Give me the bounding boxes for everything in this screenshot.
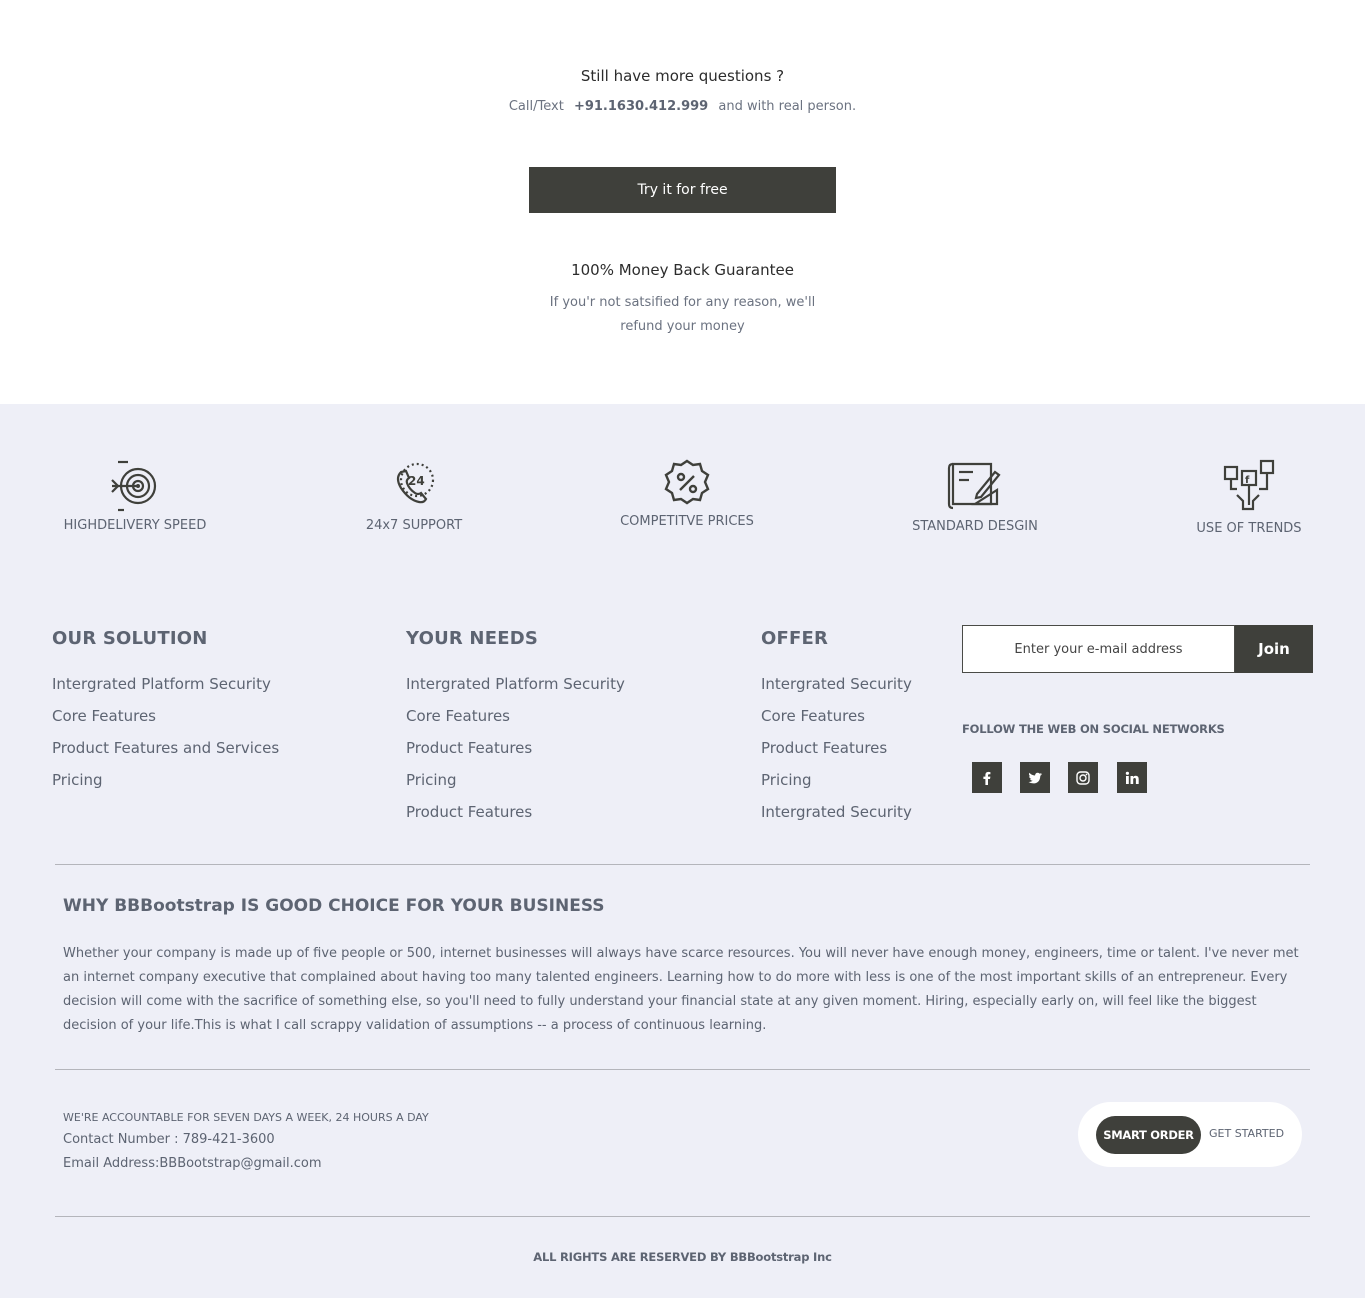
needs-link-product-features[interactable]: Product Features — [406, 739, 532, 757]
twitter-button[interactable] — [1020, 762, 1050, 793]
feature-prices: COMPETITVE PRICES — [612, 458, 762, 529]
guarantee-text: If you'r not satsified for any reason, w… — [549, 295, 816, 334]
solution-link-core-features[interactable]: Core Features — [52, 707, 156, 725]
guarantee-title: 100% Money Back Guarantee — [571, 261, 794, 279]
needs-link-pricing[interactable]: Pricing — [406, 771, 457, 789]
our-solution-title: OUR SOLUTION — [52, 628, 208, 649]
feature-prices-label: COMPETITVE PRICES — [620, 514, 754, 529]
needs-link-platform-security[interactable]: Intergrated Platform Security — [406, 675, 625, 693]
facebook-button[interactable] — [972, 762, 1002, 793]
blueprint-pencil-icon — [947, 462, 1001, 510]
divider — [55, 1069, 1310, 1070]
contact-number: Contact Number : 789-421-3600 — [63, 1132, 275, 1147]
feature-trends-label: USE OF TRENDS — [1196, 521, 1302, 536]
social-network-icon: f — [1223, 459, 1275, 511]
why-title: WHY BBBootstrap IS GOOD CHOICE FOR YOUR … — [63, 896, 605, 916]
facebook-icon — [983, 771, 991, 785]
linkedin-button[interactable] — [1117, 762, 1147, 793]
follow-label: FOLLOW THE WEB ON SOCIAL NETWORKS — [962, 722, 1225, 736]
feature-delivery-label: HIGHDELIVERY SPEED — [63, 518, 207, 533]
instagram-icon — [1076, 770, 1090, 785]
why-text: Whether your company is made up of five … — [63, 946, 1299, 1033]
twitter-icon — [1028, 772, 1042, 783]
divider — [55, 864, 1310, 865]
svg-text:24: 24 — [408, 474, 425, 488]
needs-link-core-features[interactable]: Core Features — [406, 707, 510, 725]
feature-design-label: STANDARD DESGIN — [912, 519, 1038, 534]
feature-support-label: 24x7 SUPPORT — [365, 518, 463, 533]
divider — [55, 1216, 1310, 1217]
discount-badge-icon — [664, 459, 710, 505]
target-icon — [111, 460, 157, 512]
newsletter-form: Join — [962, 625, 1313, 673]
svg-text:f: f — [1245, 475, 1250, 486]
email-input[interactable] — [962, 625, 1235, 673]
offer-link-core-features[interactable]: Core Features — [761, 707, 865, 725]
linkedin-icon — [1125, 771, 1139, 784]
solution-link-product-features-services[interactable]: Product Features and Services — [52, 739, 279, 757]
offer-link-security-2[interactable]: Intergrated Security — [761, 803, 912, 821]
questions-title: Still have more questions ? — [580, 67, 785, 85]
offer-link-security[interactable]: Intergrated Security — [761, 675, 912, 693]
smart-order-button[interactable]: SMART ORDER — [1096, 1116, 1201, 1154]
needs-link-product-features-2[interactable]: Product Features — [406, 803, 532, 821]
contact-line: Call/Text +91.1630.412.999 and with real… — [0, 99, 1365, 114]
phone-24-icon: 24 — [396, 462, 435, 504]
offer-title: OFFER — [761, 628, 829, 649]
offer-link-pricing[interactable]: Pricing — [761, 771, 812, 789]
accountable-text: WE'RE ACCOUNTABLE FOR SEVEN DAYS A WEEK,… — [63, 1111, 429, 1124]
phone-number[interactable]: +91.1630.412.999 — [574, 99, 708, 114]
feature-trends: f USE OF TRENDS — [1174, 459, 1324, 536]
real-person-text: and with real person. — [718, 99, 857, 114]
instagram-button[interactable] — [1068, 762, 1098, 793]
feature-delivery: HIGHDELIVERY SPEED — [60, 460, 210, 533]
solution-link-platform-security[interactable]: Intergrated Platform Security — [52, 675, 271, 693]
feature-design: STANDARD DESGIN — [900, 458, 1050, 534]
questions-section: Still have more questions ? Call/Text +9… — [0, 0, 1365, 404]
solution-link-pricing[interactable]: Pricing — [52, 771, 103, 789]
order-pill: SMART ORDER GET STARTED — [1078, 1102, 1302, 1167]
try-free-button[interactable]: Try it for free — [529, 167, 836, 213]
feature-support: 24 24x7 SUPPORT — [339, 460, 489, 533]
offer-link-product-features[interactable]: Product Features — [761, 739, 887, 757]
contact-email: Email Address:BBBootstrap@gmail.com — [63, 1156, 322, 1171]
call-text-label: Call/Text — [508, 99, 564, 114]
get-started-link[interactable]: GET STARTED — [1209, 1127, 1284, 1140]
footer: HIGHDELIVERY SPEED 24 24x7 SUPPORT COMPE… — [0, 404, 1365, 1298]
your-needs-title: YOUR NEEDS — [406, 628, 538, 649]
join-button[interactable]: Join — [1235, 625, 1313, 673]
copyright-text: ALL RIGHTS ARE RESERVED BY BBBootstrap I… — [533, 1250, 832, 1264]
